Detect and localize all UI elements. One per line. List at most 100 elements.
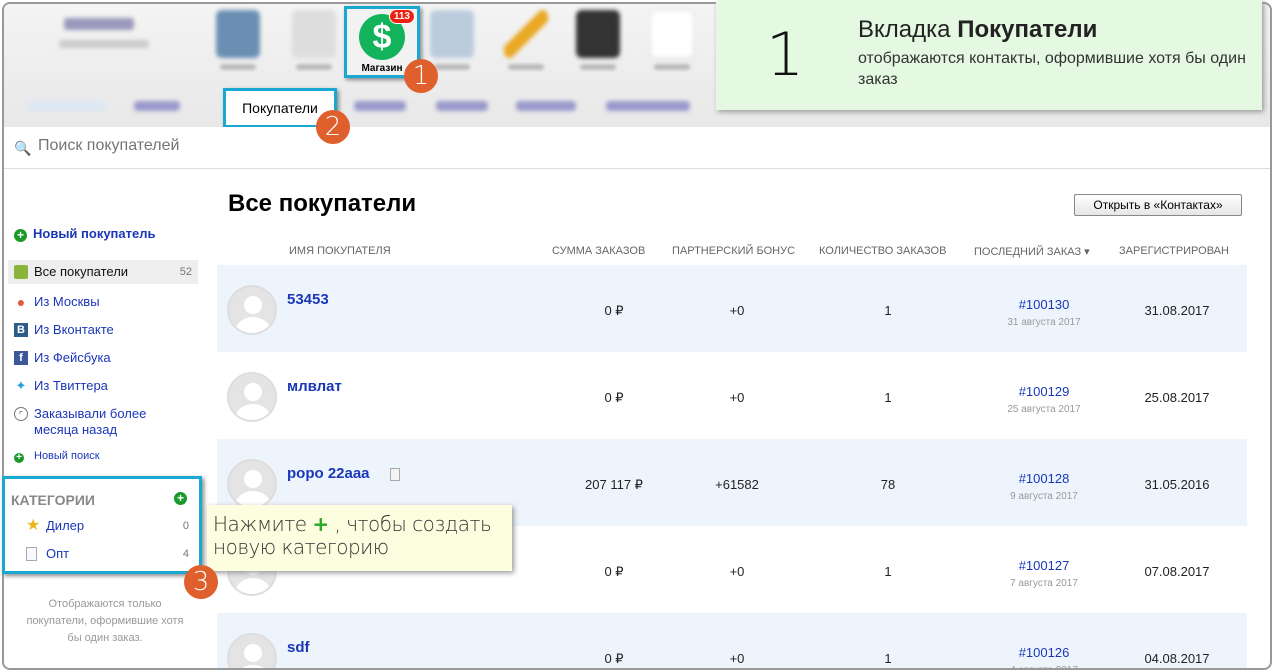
last-order: #100129 25 августа 2017	[984, 384, 1104, 417]
tab-storefront[interactable]	[516, 101, 576, 111]
page-title: Все покупатели	[228, 190, 417, 217]
app-contacts[interactable]	[210, 10, 266, 72]
registered-date: 31.08.2017	[1144, 303, 1210, 318]
order-count: 1	[884, 651, 892, 666]
order-link[interactable]: #100128	[984, 471, 1104, 486]
col-count[interactable]: Количество заказов	[819, 245, 946, 257]
category-wholesale[interactable]: Опт 4	[20, 542, 195, 566]
order-count: 1	[884, 564, 892, 579]
app-blog[interactable]	[498, 10, 554, 72]
last-order: #100126 4 августа 2017	[984, 645, 1104, 668]
sidebar-item-label: Из Фейсбука	[34, 350, 111, 365]
order-link[interactable]: #100127	[984, 558, 1104, 573]
category-count: 0	[182, 520, 189, 532]
callout-title: Вкладка Покупатели	[858, 16, 1097, 44]
sidebar-item-all[interactable]: Все покупатели 52	[8, 260, 198, 284]
order-link[interactable]: #100129	[984, 384, 1104, 399]
customer-name-link[interactable]: 53453	[287, 291, 329, 308]
callout-description: отображаются контакты, оформившие хотя б…	[858, 50, 1246, 88]
star-icon: ★	[26, 517, 41, 534]
order-date: 9 августа 2017	[1010, 491, 1078, 502]
new-customer-link[interactable]: + Новый покупатель	[14, 226, 155, 242]
registered-date: 25.08.2017	[1144, 390, 1210, 405]
categories-title: КАТЕГОРИИ	[11, 492, 95, 508]
registered-date: 31.05.2016	[1144, 477, 1210, 492]
avatar	[227, 459, 277, 509]
app-calendar[interactable]	[286, 10, 342, 72]
partner-bonus: +0	[729, 390, 745, 405]
new-search-label: Новый поиск	[34, 450, 100, 462]
tab-orders[interactable]	[134, 101, 180, 111]
sidebar-item-count: 52	[179, 266, 192, 278]
callout-number: 1	[766, 20, 805, 90]
order-sum: 0 ₽	[604, 564, 624, 579]
vk-icon: B	[14, 323, 28, 337]
new-search-link[interactable]: + Новый поиск	[8, 444, 198, 468]
order-count: 1	[884, 390, 892, 405]
tooltip-plus: +	[312, 512, 329, 536]
facebook-icon: f	[14, 351, 28, 365]
app-hub[interactable]	[644, 10, 700, 72]
sidebar-item-label: Все покупатели	[34, 264, 129, 279]
categories-panel: КАТЕГОРИИ + ★ Дилер 0 Опт 4	[2, 476, 202, 574]
tooltip-text: Нажмите	[213, 512, 313, 536]
category-label: Дилер	[46, 518, 85, 533]
tab-products[interactable]	[354, 101, 406, 111]
order-count: 78	[880, 477, 896, 492]
add-category-tooltip: Нажмите + , чтобы создать новую категори…	[207, 505, 512, 571]
last-order: #100130 31 августа 2017	[984, 297, 1104, 330]
col-name[interactable]: Имя покупателя	[289, 245, 391, 257]
sidebar-item-inactive[interactable]: ⌜ Заказывали более месяца назад	[8, 402, 158, 438]
avatar	[227, 633, 277, 668]
order-date: 31 августа 2017	[1007, 317, 1081, 328]
callout-title-prefix: Вкладка	[858, 16, 958, 43]
sidebar-item-facebook[interactable]: f Из Фейсбука	[8, 346, 198, 370]
tab-sell[interactable]	[606, 101, 690, 111]
order-count: 1	[884, 303, 892, 318]
partner-bonus: +61582	[715, 477, 759, 492]
twitter-icon: ✦	[15, 378, 27, 393]
col-bonus[interactable]: Партнерский бонус	[672, 245, 795, 257]
col-last-order[interactable]: Последний заказ ▾	[974, 245, 1090, 258]
account-brand[interactable]	[59, 16, 159, 56]
open-in-contacts-button[interactable]: Открыть в «Контактах»	[1074, 194, 1242, 216]
order-link[interactable]: #100130	[984, 297, 1104, 312]
basket-icon	[14, 265, 28, 279]
order-link[interactable]: #100126	[984, 645, 1104, 660]
order-date: 4 августа 2017	[1010, 665, 1078, 668]
partner-bonus: +0	[729, 651, 745, 666]
step-marker-3: 3	[184, 565, 218, 599]
sidebar-item-label: Из Москвы	[34, 294, 100, 309]
sidebar-item-label: Из Твиттера	[34, 378, 108, 393]
table-row[interactable]: млвлат 0 ₽ +0 1 #100129 25 августа 2017 2…	[217, 352, 1247, 439]
info-callout: 1 Вкладка Покупатели отображаются контак…	[716, 0, 1262, 110]
search-input[interactable]	[38, 137, 438, 155]
search-bar: 🔍	[4, 127, 1270, 169]
app-photos[interactable]	[570, 10, 626, 72]
tab-reports[interactable]	[436, 101, 488, 111]
sidebar-item-vk[interactable]: B Из Вконтакте	[8, 318, 198, 342]
order-sum: 0 ₽	[604, 651, 624, 666]
tab-blurred[interactable]	[26, 101, 106, 111]
table-row[interactable]: sdf 0 ₽ +0 1 #100126 4 августа 2017 04.08…	[217, 613, 1247, 668]
clock-icon: ⌜	[14, 407, 28, 421]
col-registered[interactable]: Зарегистрирован	[1119, 245, 1229, 257]
partner-bonus: +0	[729, 303, 745, 318]
step-marker-1: 1	[404, 59, 438, 93]
map-pin-icon: ●	[16, 294, 26, 310]
sidebar-item-moscow[interactable]: ● Из Москвы	[8, 290, 198, 314]
plus-icon: +	[14, 449, 28, 463]
sidebar-item-label: Из Вконтакте	[34, 322, 114, 337]
table-row[interactable]: 53453 0 ₽ +0 1 #100130 31 августа 2017 31…	[217, 265, 1247, 352]
registered-date: 04.08.2017	[1144, 651, 1210, 666]
partner-bonus: +0	[729, 564, 745, 579]
col-sum[interactable]: Сумма заказов	[552, 245, 645, 257]
order-date: 7 августа 2017	[1010, 578, 1078, 589]
customer-name-link[interactable]: popo 22aaa	[287, 465, 370, 482]
customer-name-link[interactable]: sdf	[287, 639, 310, 656]
add-category-button[interactable]: +	[174, 492, 187, 505]
category-dealer[interactable]: ★ Дилер 0	[20, 514, 195, 538]
sidebar-item-twitter[interactable]: ✦ Из Твиттера	[8, 374, 198, 398]
registered-date: 07.08.2017	[1144, 564, 1210, 579]
customer-name-link[interactable]: млвлат	[287, 378, 342, 395]
